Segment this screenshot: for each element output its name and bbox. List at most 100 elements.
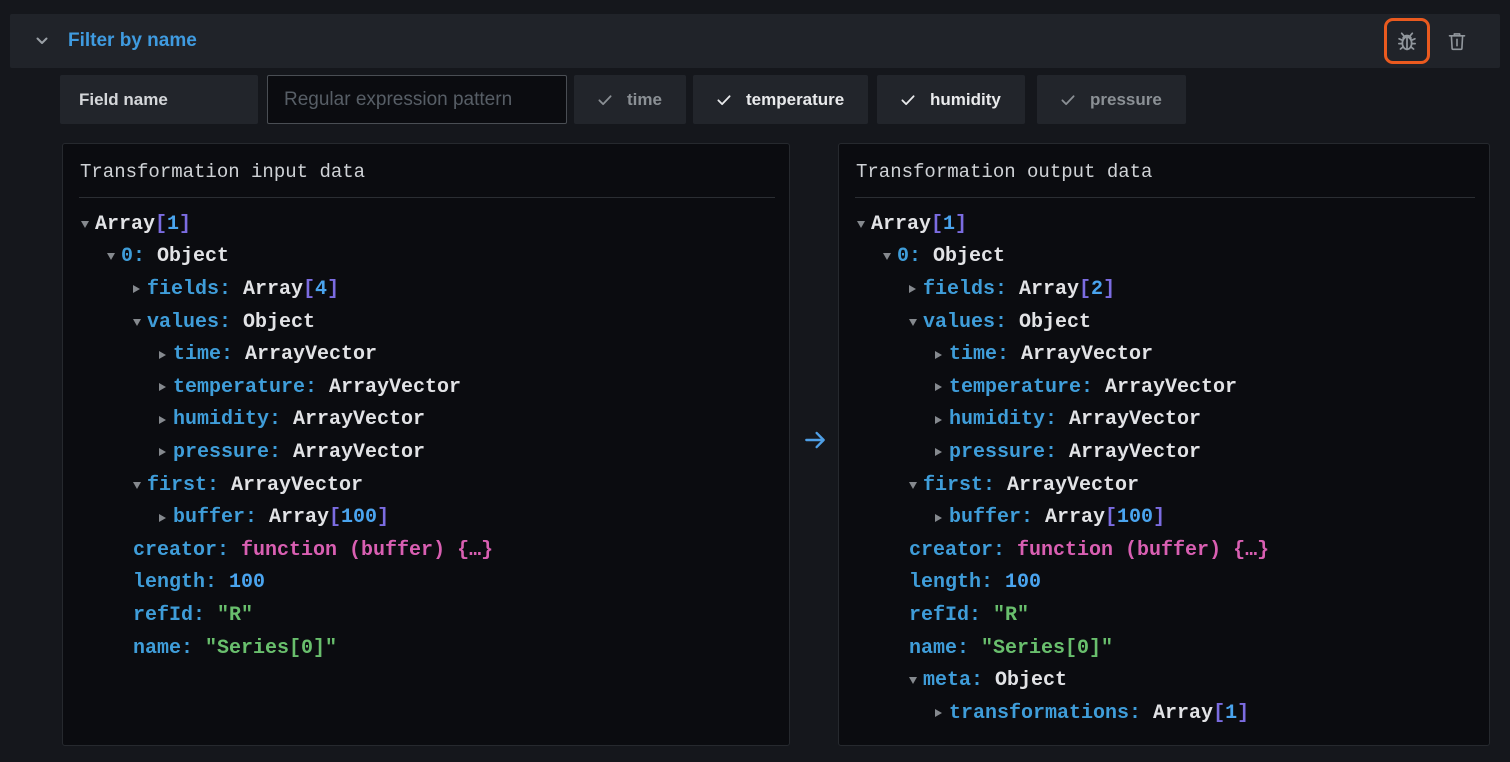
expand-toggle-icon[interactable] [935, 514, 949, 522]
collapse-toggle-icon[interactable] [107, 253, 121, 260]
collapse-toggle-icon[interactable] [909, 482, 923, 489]
field-toggle-temperature[interactable]: temperature [693, 75, 868, 124]
debug-button[interactable] [1384, 18, 1430, 64]
json-key: humidity: [173, 408, 293, 431]
json-tree-row[interactable]: buffer: Array[100] [63, 501, 781, 534]
json-string: "R" [217, 604, 253, 627]
json-plain: ArrayVector [293, 441, 425, 464]
json-number: 100 [1005, 571, 1041, 594]
delete-transform-button[interactable] [1438, 22, 1476, 60]
field-toggle-humidity[interactable]: humidity [877, 75, 1025, 124]
json-tree-row[interactable]: transformations: Array[1] [839, 697, 1481, 730]
json-plain: Array [1045, 506, 1105, 529]
json-key: temperature: [173, 376, 329, 399]
expand-toggle-icon[interactable] [159, 351, 173, 359]
json-plain: ArrayVector [1105, 376, 1237, 399]
json-number: 100 [229, 571, 265, 594]
json-plain: Object [1019, 311, 1091, 334]
json-tree-row[interactable]: Array[1] [839, 208, 1481, 241]
expand-toggle-icon[interactable] [133, 285, 147, 293]
json-plain: ArrayVector [245, 343, 377, 366]
field-toggle-time[interactable]: time [574, 75, 686, 124]
collapse-toggle-icon[interactable] [857, 221, 871, 228]
json-tree-row[interactable]: values: Object [63, 306, 781, 339]
json-bracket: [ [1105, 506, 1117, 529]
json-plain: Object [933, 245, 1005, 268]
json-tree-row[interactable]: meta: Object [839, 664, 1481, 697]
json-key: humidity: [949, 408, 1069, 431]
collapse-toggle-icon[interactable] [909, 677, 923, 684]
json-tree-row: creator: function (buffer) {…} [839, 534, 1481, 567]
json-tree-row[interactable]: values: Object [839, 306, 1481, 339]
transform-actions [1384, 18, 1476, 64]
json-key: length: [909, 571, 1005, 594]
collapse-toggle-icon[interactable] [133, 319, 147, 326]
transform-flow-arrow-icon [800, 425, 830, 455]
json-tree-row[interactable]: fields: Array[2] [839, 273, 1481, 306]
collapse-transform-button[interactable] [32, 31, 52, 51]
regex-pattern-input[interactable] [267, 75, 567, 124]
collapse-toggle-icon[interactable] [909, 319, 923, 326]
checkmark-icon [596, 91, 614, 109]
json-tree-row[interactable]: 0: Object [63, 241, 781, 274]
field-toggle-pressure[interactable]: pressure [1037, 75, 1186, 124]
json-tree-row[interactable]: temperature: ArrayVector [839, 371, 1481, 404]
json-tree-row[interactable]: time: ArrayVector [63, 338, 781, 371]
json-tree-row[interactable]: pressure: ArrayVector [63, 436, 781, 469]
json-key: buffer: [173, 506, 269, 529]
json-tree-row[interactable]: first: ArrayVector [839, 469, 1481, 502]
collapse-toggle-icon[interactable] [133, 482, 147, 489]
checkmark-icon [899, 91, 917, 109]
collapse-toggle-icon[interactable] [81, 221, 95, 228]
json-key: name: [133, 637, 205, 660]
json-tree-row[interactable]: time: ArrayVector [839, 338, 1481, 371]
expand-toggle-icon[interactable] [935, 351, 949, 359]
collapse-toggle-icon[interactable] [883, 253, 897, 260]
input-panel-title: Transformation input data [63, 144, 789, 183]
json-tree-row[interactable]: first: ArrayVector [63, 469, 781, 502]
trash-icon [1445, 29, 1469, 53]
expand-toggle-icon[interactable] [159, 514, 173, 522]
expand-toggle-icon[interactable] [935, 448, 949, 456]
expand-toggle-icon[interactable] [909, 285, 923, 293]
json-key: time: [949, 343, 1021, 366]
json-plain: Array [95, 213, 155, 236]
json-tree-row[interactable]: pressure: ArrayVector [839, 436, 1481, 469]
json-plain: Array [269, 506, 329, 529]
json-number: 1 [167, 213, 179, 236]
json-key: first: [923, 474, 1007, 497]
json-bracket: ] [955, 213, 967, 236]
json-tree-row[interactable]: fields: Array[4] [63, 273, 781, 306]
json-tree-row[interactable]: humidity: ArrayVector [63, 404, 781, 437]
json-number: 1 [1225, 702, 1237, 725]
expand-toggle-icon[interactable] [159, 383, 173, 391]
transformation-output-panel: Transformation output data Array[1]0: Ob… [838, 143, 1490, 746]
json-plain: ArrayVector [329, 376, 461, 399]
json-tree-row[interactable]: humidity: ArrayVector [839, 404, 1481, 437]
json-plain: Object [995, 669, 1067, 692]
json-plain: Array [1019, 278, 1079, 301]
json-plain: ArrayVector [1021, 343, 1153, 366]
transform-title[interactable]: Filter by name [68, 30, 197, 52]
json-plain: Object [157, 245, 229, 268]
json-string: "R" [993, 604, 1029, 627]
json-key: name: [909, 637, 981, 660]
json-key: refId: [909, 604, 993, 627]
json-tree-input: Array[1]0: Objectfields: Array[4]values:… [63, 198, 789, 664]
expand-toggle-icon[interactable] [935, 416, 949, 424]
field-name-label: Field name [60, 75, 258, 124]
json-bracket: ] [179, 213, 191, 236]
json-tree-row[interactable]: 0: Object [839, 241, 1481, 274]
expand-toggle-icon[interactable] [935, 383, 949, 391]
json-tree-row[interactable]: Array[1] [63, 208, 781, 241]
expand-toggle-icon[interactable] [159, 416, 173, 424]
json-key: temperature: [949, 376, 1105, 399]
json-tree-row[interactable]: buffer: Array[100] [839, 501, 1481, 534]
expand-toggle-icon[interactable] [935, 709, 949, 717]
json-plain: Object [243, 311, 315, 334]
json-tree-row[interactable]: temperature: ArrayVector [63, 371, 781, 404]
expand-toggle-icon[interactable] [159, 448, 173, 456]
field-toggle-label: time [627, 90, 662, 110]
json-tree-row: creator: function (buffer) {…} [63, 534, 781, 567]
json-key: 0: [897, 245, 933, 268]
